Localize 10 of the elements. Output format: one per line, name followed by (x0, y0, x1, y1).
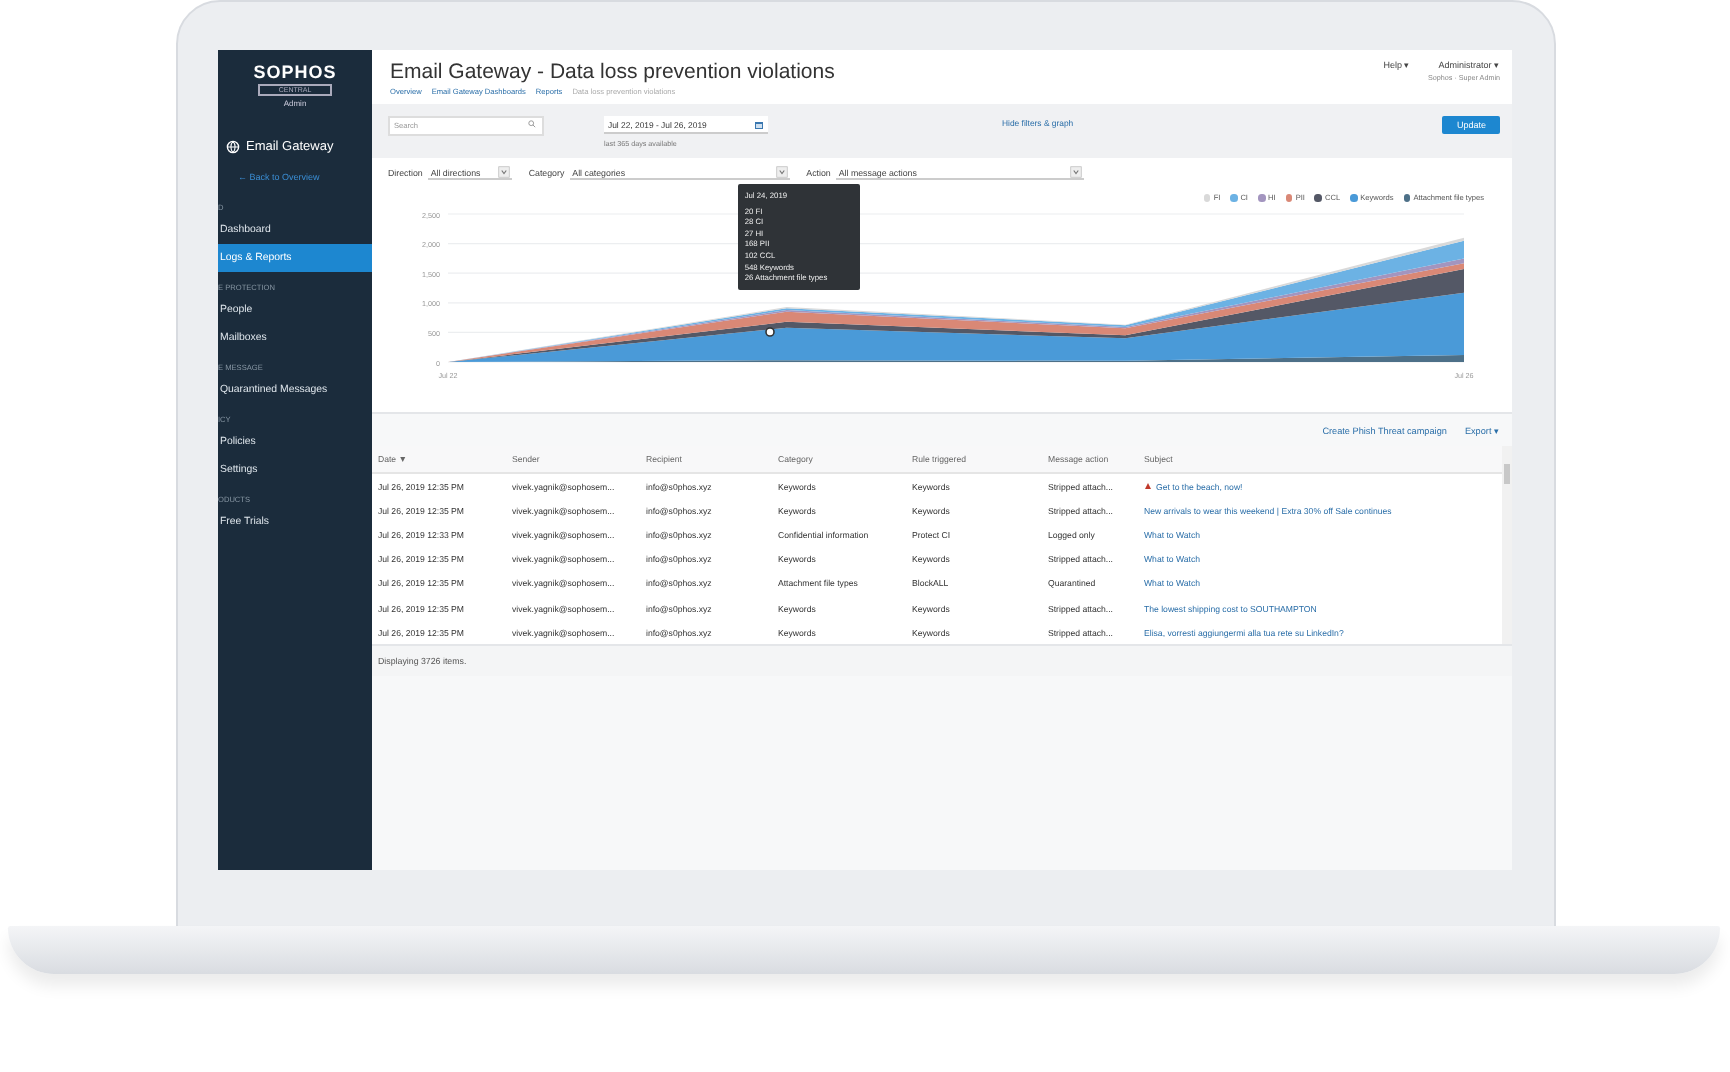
point-marker (764, 326, 777, 339)
scrollbar[interactable] (1502, 446, 1512, 645)
caret-icon (776, 166, 789, 178)
search-icon (528, 120, 536, 128)
globe-icon (226, 140, 240, 154)
logo: SOPHOS (253, 62, 337, 82)
caret-icon (1070, 166, 1083, 178)
calendar-icon (754, 119, 764, 129)
page-title: Email Gateway - Data loss prevention violations (390, 60, 835, 84)
caret-icon (498, 166, 511, 178)
